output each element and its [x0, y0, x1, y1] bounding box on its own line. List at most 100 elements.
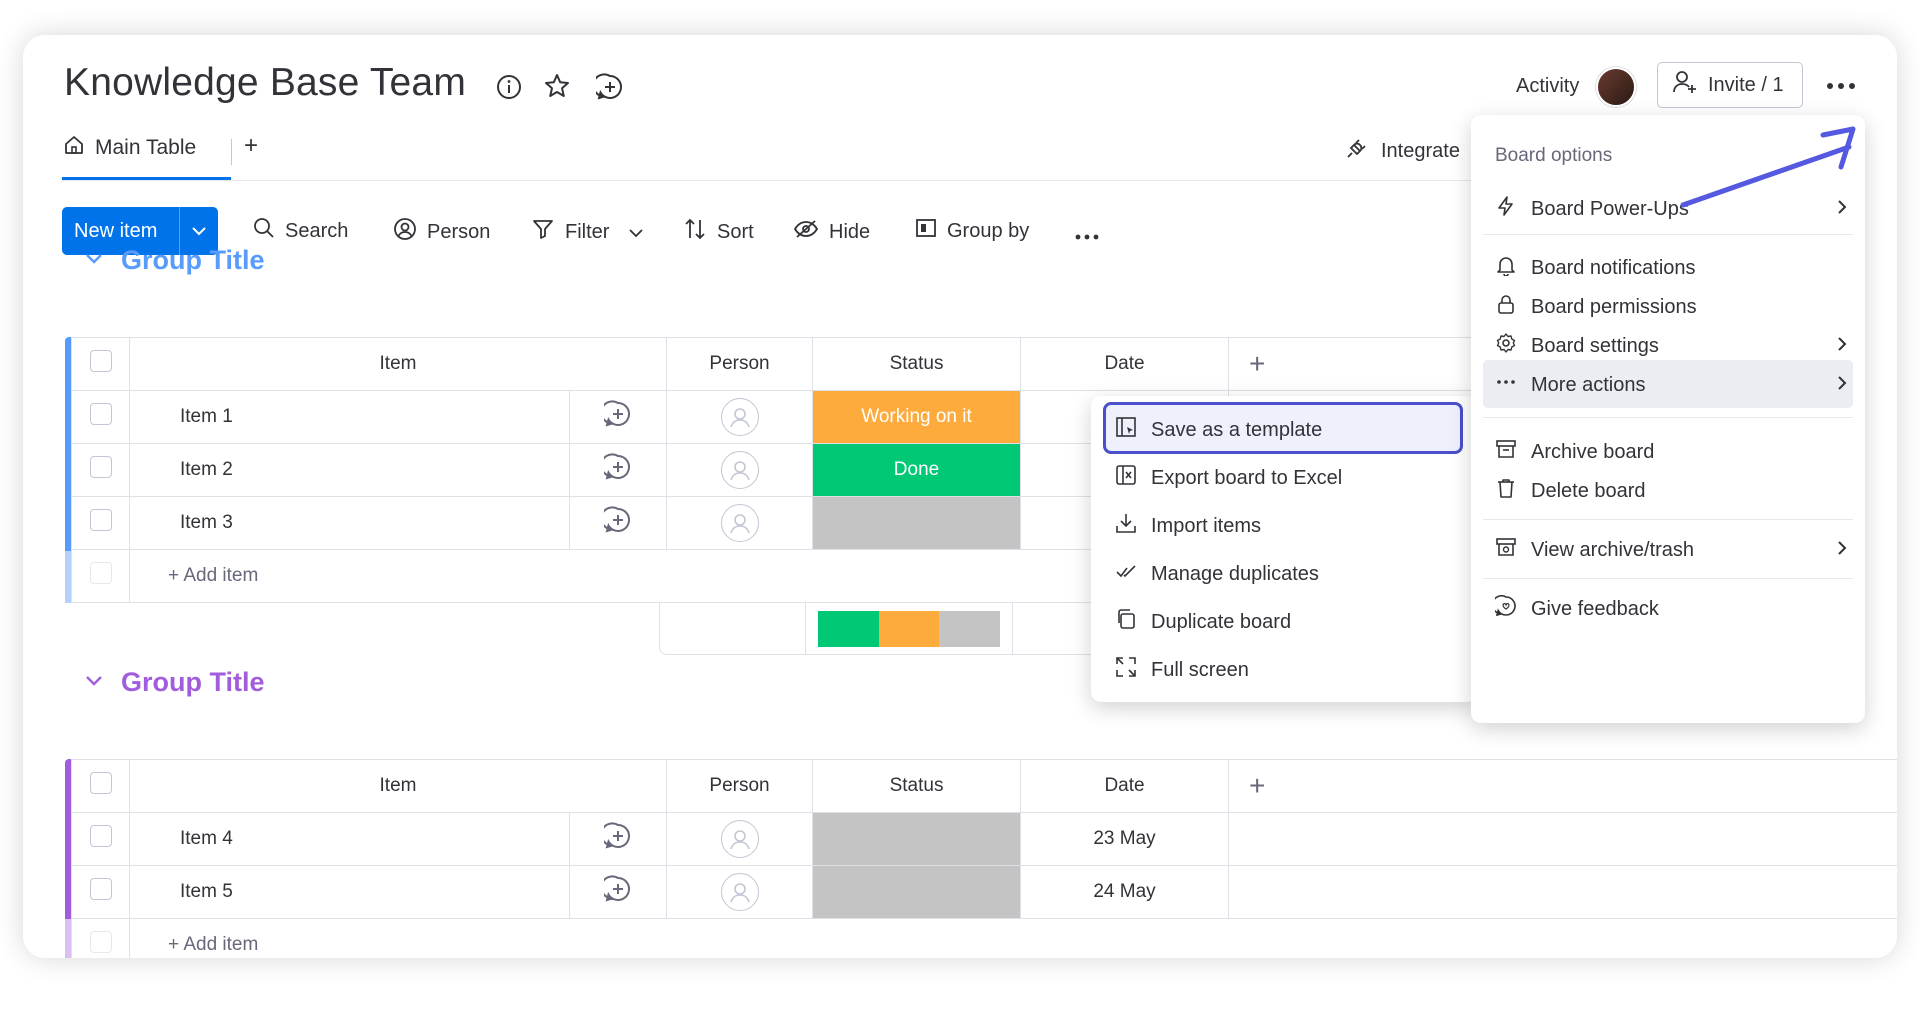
fullscreen-icon	[1115, 656, 1137, 684]
date-cell[interactable]: 24 May	[1020, 865, 1230, 919]
search-button[interactable]: Search	[253, 217, 348, 245]
table-row[interactable]: Item 4 23 May	[71, 812, 1897, 866]
group-title[interactable]: Group Title	[121, 245, 265, 276]
hide-button[interactable]: Hide	[793, 217, 870, 247]
menu-item-full-screen[interactable]: Full screen	[1115, 656, 1249, 684]
item-name[interactable]: Item 4	[129, 812, 570, 866]
menu-item-import-items[interactable]: Import items	[1115, 512, 1261, 540]
date-cell[interactable]: 23 May	[1020, 812, 1230, 866]
menu-item-label: View archive/trash	[1531, 538, 1695, 561]
select-all-checkbox[interactable]	[89, 772, 112, 794]
menu-item-give-feedback[interactable]: Give feedback	[1491, 595, 1659, 623]
group-title[interactable]: Group Title	[121, 667, 265, 698]
person-avatar-placeholder[interactable]	[720, 398, 759, 436]
person-avatar-placeholder[interactable]	[720, 873, 759, 911]
menu-item-archive-board[interactable]: Archive board	[1495, 438, 1654, 466]
menu-divider	[1483, 234, 1853, 235]
column-header-date[interactable]: Date	[1020, 337, 1230, 391]
add-update-icon[interactable]	[568, 812, 668, 866]
chevron-down-icon[interactable]	[85, 252, 103, 270]
menu-item-delete-board[interactable]: Delete board	[1495, 477, 1646, 505]
toolbar-more-icon[interactable]	[1075, 227, 1099, 245]
group-by-label: Group by	[947, 219, 1030, 242]
activity-label[interactable]: Activity	[1516, 75, 1579, 98]
item-name[interactable]: Item 2	[129, 443, 570, 497]
add-update-icon[interactable]	[568, 865, 668, 919]
row-checkbox[interactable]	[89, 509, 112, 531]
person-icon	[393, 217, 417, 247]
select-all-cell[interactable]	[71, 759, 130, 813]
chevron-down-icon[interactable]	[180, 226, 218, 236]
status-cell[interactable]	[812, 496, 1022, 550]
add-update-icon[interactable]	[592, 73, 624, 101]
status-cell[interactable]: Working on it	[812, 390, 1022, 444]
dots-icon	[1495, 371, 1517, 399]
chevron-down-icon[interactable]	[629, 221, 644, 244]
chevron-down-icon[interactable]	[85, 674, 103, 692]
add-column-button[interactable]: +	[1228, 337, 1472, 391]
info-icon[interactable]	[495, 73, 523, 101]
add-column-button[interactable]: +	[1228, 759, 1897, 813]
row-checkbox[interactable]	[89, 456, 112, 478]
group-header-1[interactable]: Group Title	[85, 245, 265, 276]
integrate-button[interactable]: Integrate	[1345, 136, 1460, 166]
group-header-2[interactable]: Group Title	[85, 667, 265, 698]
star-icon[interactable]	[543, 72, 571, 100]
column-header-item[interactable]: Item	[128, 337, 668, 391]
annotation-arrow	[1680, 126, 1856, 208]
add-view-button[interactable]: +	[244, 132, 258, 160]
menu-item-board-settings[interactable]: Board settings	[1495, 332, 1847, 360]
menu-item-view-archive-trash[interactable]: View archive/trash	[1495, 536, 1847, 564]
excel-icon	[1115, 464, 1137, 492]
menu-item-label: Full screen	[1151, 658, 1249, 681]
chevron-right-icon	[1837, 539, 1847, 562]
item-name[interactable]: Item 3	[129, 496, 570, 550]
column-header-status[interactable]: Status	[812, 759, 1022, 813]
row-checkbox[interactable]	[89, 878, 112, 900]
menu-item-more-actions[interactable]: More actions	[1495, 371, 1847, 399]
menu-item-duplicate-board[interactable]: Duplicate board	[1115, 608, 1291, 636]
menu-divider	[1483, 578, 1853, 579]
add-update-icon[interactable]	[568, 390, 668, 444]
menu-item-label: Import items	[1151, 514, 1262, 537]
add-update-icon[interactable]	[568, 443, 668, 497]
menu-item-board-permissions[interactable]: Board permissions	[1495, 293, 1697, 321]
column-header-status[interactable]: Status	[812, 337, 1022, 391]
tab-main-table[interactable]: Main Table	[63, 134, 196, 162]
row-checkbox[interactable]	[89, 825, 112, 847]
bell-icon	[1495, 254, 1517, 282]
add-item-row[interactable]: + Add item	[71, 918, 1897, 958]
person-avatar-placeholder[interactable]	[720, 451, 759, 489]
menu-item-board-notifications[interactable]: Board notifications	[1495, 254, 1696, 282]
status-cell[interactable]: Done	[812, 443, 1022, 497]
status-summary-bar[interactable]	[818, 611, 1000, 647]
group-by-button[interactable]: Group by	[915, 217, 1029, 245]
avatar[interactable]	[1596, 67, 1636, 107]
row-checkbox	[89, 562, 112, 584]
status-cell[interactable]	[812, 812, 1022, 866]
item-name[interactable]: Item 5	[129, 865, 570, 919]
column-header-person[interactable]: Person	[666, 759, 814, 813]
sort-button[interactable]: Sort	[683, 217, 754, 247]
select-all-cell[interactable]	[71, 337, 130, 391]
select-all-checkbox[interactable]	[89, 350, 112, 372]
menu-item-export-excel[interactable]: Export board to Excel	[1115, 464, 1342, 492]
chevron-right-icon	[1837, 335, 1847, 358]
menu-item-manage-duplicates[interactable]: Manage duplicates	[1115, 560, 1319, 588]
add-update-icon[interactable]	[568, 496, 668, 550]
row-checkbox[interactable]	[89, 403, 112, 425]
person-filter-button[interactable]: Person	[393, 217, 490, 247]
menu-item-label: Give feedback	[1531, 597, 1659, 620]
table-row[interactable]: Item 5 24 May	[71, 865, 1897, 919]
filter-button[interactable]: Filter	[531, 217, 644, 247]
column-header-date[interactable]: Date	[1020, 759, 1230, 813]
item-name[interactable]: Item 1	[129, 390, 570, 444]
add-item-input[interactable]: + Add item	[128, 918, 1897, 958]
board-title[interactable]: Knowledge Base Team	[64, 61, 466, 105]
status-cell[interactable]	[812, 865, 1022, 919]
menu-item-save-as-template[interactable]: Save as a template	[1115, 416, 1322, 444]
column-header-item[interactable]: Item	[128, 759, 668, 813]
person-avatar-placeholder[interactable]	[720, 504, 759, 542]
column-header-person[interactable]: Person	[666, 337, 814, 391]
person-avatar-placeholder[interactable]	[720, 820, 759, 858]
